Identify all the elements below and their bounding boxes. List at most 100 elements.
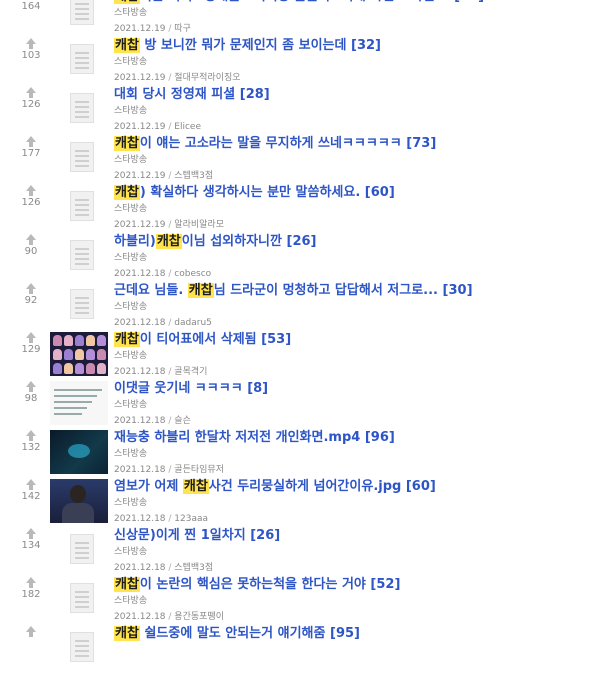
post-content: 캐찹이 논란의 핵심은 못하는척을 한다는 거야 [52] 스타방송 2021.12… bbox=[114, 577, 594, 623]
list-item[interactable]: 90 하블리)캐찹이님 섭외하자니깐 [26] 스타방송 2021.12.18 / c… bbox=[0, 234, 600, 283]
board-name[interactable]: 스타방송 bbox=[114, 350, 594, 362]
post-thumbnail[interactable] bbox=[50, 283, 108, 327]
comment-count[interactable]: [28] bbox=[240, 87, 270, 102]
list-item[interactable]: 164 캐찹이는 티어표상대를 8티어랑 붙을려고하네 마인드 확인... [71… bbox=[0, 0, 600, 38]
list-item[interactable]: 103 캐찹 방 보니깐 뭐가 문제인지 좀 보이는데 [32] 스타방송 2021.… bbox=[0, 38, 600, 87]
post-date: 2021.12.18 bbox=[114, 318, 166, 328]
post-title-link[interactable]: 이댓글 웃기네 ㅋㅋㅋㅋ [8] bbox=[114, 381, 594, 397]
post-author[interactable]: Elicee bbox=[174, 122, 201, 132]
upvote-arrow-stem bbox=[29, 387, 33, 392]
post-thumbnail[interactable] bbox=[50, 479, 108, 523]
board-name[interactable]: 스타방송 bbox=[114, 7, 594, 19]
post-thumbnail[interactable] bbox=[50, 332, 108, 376]
board-name[interactable]: 스타방송 bbox=[114, 448, 594, 460]
list-item[interactable]: 132 재능충 하블리 한달차 저저전 개인화면.mp4 [96] 스타방송 2021… bbox=[0, 430, 600, 479]
board-name[interactable]: 스타방송 bbox=[114, 56, 594, 68]
comment-count[interactable]: [30] bbox=[443, 283, 473, 298]
board-name[interactable]: 스타방송 bbox=[114, 497, 594, 509]
post-title-link[interactable]: 캐찹이 논란의 핵심은 못하는척을 한다는 거야 [52] bbox=[114, 577, 594, 593]
post-author[interactable]: 골든타임뮤저 bbox=[174, 465, 224, 475]
title-highlight: 캐찹 bbox=[114, 332, 140, 347]
list-item[interactable]: 126 대회 당시 정영재 피셜 [28] 스타방송 2021.12.19 / Eli… bbox=[0, 87, 600, 136]
board-name[interactable]: 스타방송 bbox=[114, 301, 594, 313]
post-thumbnail[interactable] bbox=[50, 577, 108, 621]
post-author[interactable]: 골목격기 bbox=[174, 367, 207, 377]
post-title-link[interactable]: 캐찹이 얘는 고소라는 말을 무지하게 쓰네ㅋㅋㅋㅋㅋ [73] bbox=[114, 136, 594, 152]
post-title-link[interactable]: 캐찹 방 보니깐 뭐가 문제인지 좀 보이는데 [32] bbox=[114, 38, 594, 54]
comment-count[interactable]: [52] bbox=[370, 577, 400, 592]
comment-count[interactable]: [26] bbox=[287, 234, 317, 249]
comment-count[interactable]: [73] bbox=[406, 136, 436, 151]
board-name[interactable]: 스타방송 bbox=[114, 399, 594, 411]
document-icon bbox=[70, 240, 94, 270]
document-icon bbox=[70, 142, 94, 172]
post-title-link[interactable]: 신상문)이게 찐 1일차지 [26] bbox=[114, 528, 594, 544]
post-thumbnail[interactable] bbox=[50, 626, 108, 670]
title-highlight: 캐찹 bbox=[114, 0, 140, 4]
document-icon bbox=[70, 93, 94, 123]
comment-count[interactable]: [71] bbox=[454, 0, 484, 4]
list-item[interactable]: 98 이댓글 웃기네 ㅋㅋㅋㅋ [8] 스타방송 2021.12.18 / 슬슨 bbox=[0, 381, 600, 430]
post-title-link[interactable]: 캐찹이 티어표에서 삭제됨 [53] bbox=[114, 332, 594, 348]
post-thumbnail[interactable] bbox=[50, 234, 108, 278]
post-meta: 2021.12.19 / 스텝백3점 bbox=[114, 170, 594, 182]
post-author[interactable]: 용간동포뗑이 bbox=[174, 612, 224, 622]
post-author[interactable]: 스텝백3점 bbox=[174, 563, 213, 573]
title-highlight: 캐찹 bbox=[114, 577, 140, 592]
list-item[interactable]: 134 신상문)이게 찐 1일차지 [26] 스타방송 2021.12.18 / 스텝… bbox=[0, 528, 600, 577]
comment-count[interactable]: [60] bbox=[406, 479, 436, 494]
board-name[interactable]: 스타방송 bbox=[114, 154, 594, 166]
post-thumbnail[interactable] bbox=[50, 528, 108, 572]
list-item[interactable]: 177 캐찹이 얘는 고소라는 말을 무지하게 쓰네ㅋㅋㅋㅋㅋ [73] 스타방송 2… bbox=[0, 136, 600, 185]
document-icon bbox=[70, 632, 94, 662]
board-name[interactable]: 스타방송 bbox=[114, 546, 594, 558]
post-title-link[interactable]: 캐찹) 확실하다 생각하시는 분만 말씀하세요. [60] bbox=[114, 185, 594, 201]
post-title-link[interactable]: 염보가 어제 캐찹사건 두리뭉실하게 넘어간이유.jpg [60] bbox=[114, 479, 594, 495]
board-name[interactable]: 스타방송 bbox=[114, 105, 594, 117]
post-thumbnail[interactable] bbox=[50, 0, 108, 33]
list-item[interactable]: 126 캐찹) 확실하다 생각하시는 분만 말씀하세요. [60] 스타방송 2021… bbox=[0, 185, 600, 234]
post-author[interactable]: 절대무적라이징오 bbox=[174, 73, 240, 83]
post-author[interactable]: 123aaa bbox=[174, 514, 208, 524]
post-thumbnail[interactable] bbox=[50, 87, 108, 131]
list-item[interactable]: 캐찹 쉴드중에 말도 안되는거 얘기해줌 [95] bbox=[0, 626, 600, 675]
board-name[interactable]: 스타방송 bbox=[114, 595, 594, 607]
post-author[interactable]: 스텝백3점 bbox=[174, 171, 213, 181]
post-title-link[interactable]: 캐찹이는 티어표상대를 8티어랑 붙을려고하네 마인드 확인... [71] bbox=[114, 0, 594, 5]
meta-separator: / bbox=[165, 514, 175, 524]
post-title-link[interactable]: 근데요 님들. 캐찹님 드라군이 멍청하고 답답해서 저그로... [30] bbox=[114, 283, 594, 299]
post-title-link[interactable]: 캐찹 쉴드중에 말도 안되는거 얘기해줌 [95] bbox=[114, 626, 594, 642]
post-author[interactable]: 따구 bbox=[174, 24, 191, 34]
post-thumbnail[interactable] bbox=[50, 430, 108, 474]
post-content: 캐찹 쉴드중에 말도 안되는거 얘기해줌 [95] bbox=[114, 626, 594, 642]
comment-count[interactable]: [8] bbox=[247, 381, 268, 396]
title-text-before: 신상문)이게 찐 1일차지 bbox=[114, 528, 246, 543]
post-thumbnail[interactable] bbox=[50, 185, 108, 229]
post-title-link[interactable]: 대회 당시 정영재 피셜 [28] bbox=[114, 87, 594, 103]
post-author[interactable]: dadaru5 bbox=[174, 318, 212, 328]
post-thumbnail[interactable] bbox=[50, 136, 108, 180]
list-item[interactable]: 142 염보가 어제 캐찹사건 두리뭉실하게 넘어간이유.jpg [60] 스타방송… bbox=[0, 479, 600, 528]
list-item[interactable]: 92 근데요 님들. 캐찹님 드라군이 멍청하고 답답해서 저그로... [30]… bbox=[0, 283, 600, 332]
post-date: 2021.12.19 bbox=[114, 73, 166, 83]
comment-count[interactable]: [26] bbox=[250, 528, 280, 543]
list-item[interactable]: 182 캐찹이 논란의 핵심은 못하는척을 한다는 거야 [52] 스타방송 2021… bbox=[0, 577, 600, 626]
board-name[interactable]: 스타방송 bbox=[114, 252, 594, 264]
post-thumbnail[interactable] bbox=[50, 38, 108, 82]
vote-box: 90 bbox=[16, 234, 46, 257]
comment-count[interactable]: [32] bbox=[351, 38, 381, 53]
comment-count[interactable]: [53] bbox=[261, 332, 291, 347]
list-item[interactable]: 129 캐찹이 티어표에서 삭제됨 [53] 스타방송 2021.12.18 / 골목… bbox=[0, 332, 600, 381]
post-thumbnail[interactable] bbox=[50, 381, 108, 425]
post-title-link[interactable]: 재능충 하블리 한달차 저저전 개인화면.mp4 [96] bbox=[114, 430, 594, 446]
document-icon bbox=[70, 289, 94, 319]
post-author[interactable]: 알라비알라모 bbox=[174, 220, 224, 230]
vote-count: 129 bbox=[21, 344, 41, 355]
comment-count[interactable]: [96] bbox=[365, 430, 395, 445]
board-name[interactable]: 스타방송 bbox=[114, 203, 594, 215]
post-author[interactable]: cobesco bbox=[174, 269, 211, 279]
comment-count[interactable]: [60] bbox=[365, 185, 395, 200]
post-title-link[interactable]: 하블리)캐찹이님 섭외하자니깐 [26] bbox=[114, 234, 594, 250]
comment-count[interactable]: [95] bbox=[330, 626, 360, 641]
post-author[interactable]: 슬슨 bbox=[174, 416, 191, 426]
